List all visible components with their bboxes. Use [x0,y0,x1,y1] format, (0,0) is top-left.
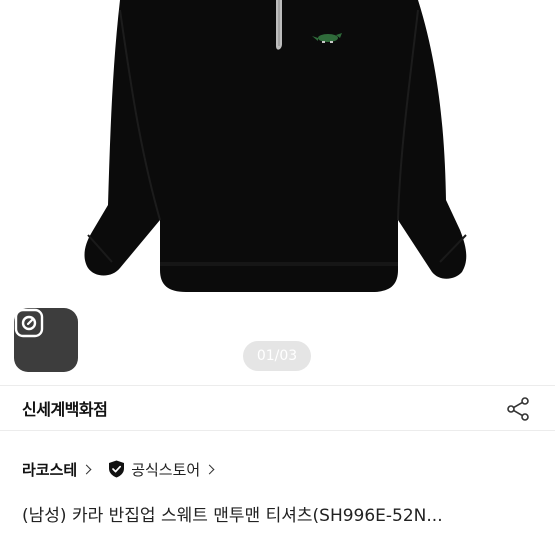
official-store-link[interactable]: 공식스토어 [108,459,215,480]
chevron-right-icon [81,464,92,475]
lens-camera-icon [14,308,44,338]
product-title: (남성) 카라 반집업 스웨트 맨투맨 티셔츠(SH996E-52N... [22,506,443,526]
brand-name: 라코스테 [22,460,78,479]
product-image-gallery[interactable]: 01/03 [0,0,555,385]
sweatshirt-image [84,0,467,292]
store-bar: 신세계백화점 [0,385,555,431]
lens-search-button[interactable] [14,308,78,372]
share-icon[interactable] [505,396,531,422]
chevron-right-icon [204,464,215,475]
brand-link[interactable]: 라코스테 [22,459,92,480]
image-pager: 01/03 [243,341,311,371]
store-name[interactable]: 신세계백화점 [22,396,108,420]
shield-check-icon [109,460,125,478]
brand-row: 라코스테 공식스토어 [22,455,215,483]
official-store-label: 공식스토어 [131,460,201,479]
